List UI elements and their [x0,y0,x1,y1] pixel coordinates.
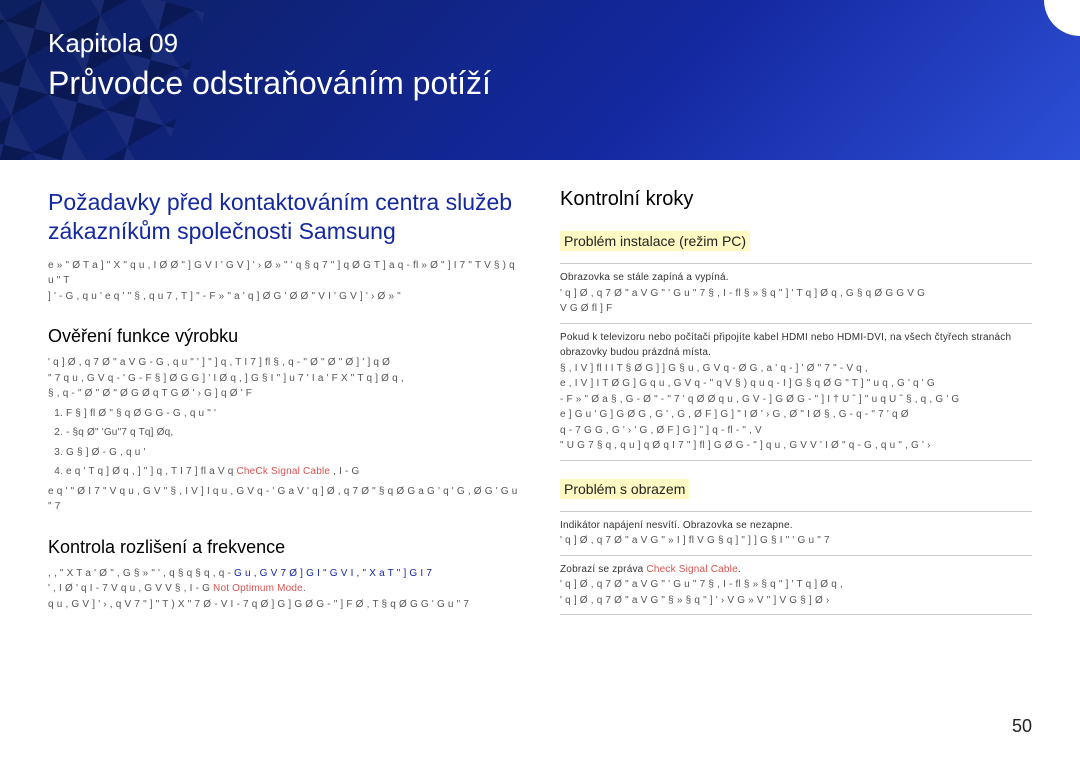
divider [560,460,1032,461]
answer: ' q ] Ø , q 7 Ø " a V G " ' G u " 7 § , … [560,286,1032,302]
answer: § , I V ] fl I I T § Ø G ] ] G § u , G V… [560,361,1032,377]
answer: ' q ] Ø , q 7 Ø " a V G " § » § q " ] ' … [560,593,1032,609]
topic-install: Problém instalace (režim PC) [560,231,750,251]
subheading-resolution: Kontrola rozlišení a frekvence [48,537,520,558]
para: § , q - " Ø " Ø " Ø G Ø q T G Ø ' › G ] … [48,386,520,402]
answer: V G Ø fl ] F [560,301,1032,317]
answer: q - 7 G G , G ' › ' G , Ø F ] G ] " ] q … [560,423,1032,439]
intro-text-2: ] ' - G , q u ' e q ' " § , q u 7 , T ] … [48,289,520,305]
chapter-label: Kapitola 09 [48,28,491,59]
divider [560,614,1032,615]
para: , , " X T a ' Ø " , G § » " ' , q § q § … [48,566,520,582]
symptom: Indikátor napájení nesvítí. Obrazovka se… [560,518,1032,534]
list-item: F § ] fl Ø " § q Ø G G - G , q u " ' [66,406,520,422]
page-number: 50 [1012,716,1032,737]
divider [560,263,1032,264]
answer: e , I V ] I T Ø G ] G q u , G V q - " q … [560,376,1032,392]
warn-text: Not Optimum Mode [213,583,303,594]
answer: ' q ] Ø , q 7 Ø " a V G " » I ] fl V G §… [560,533,1032,549]
para: ' , I Ø ' q I - 7 V q u , G V V § , I - … [48,581,520,597]
header-text: Kapitola 09 Průvodce odstraňováním potíž… [48,28,491,102]
warn-text: CheCk Signal Cable [236,466,330,477]
divider [560,323,1032,324]
section-heading: Požadavky před kontaktováním centra služ… [48,188,520,246]
right-column: Kontrolní kroky Problém instalace (režim… [560,188,1032,621]
warn-text: Check Signal Cable [646,564,737,575]
chapter-title: Průvodce odstraňováním potíží [48,65,491,102]
answer: " U G 7 § q , q u ] q Ø q I 7 " ] fl ] G… [560,438,1032,454]
phase-link[interactable]: G u , G V 7 Ø ] G I " G V I , " X a T " … [234,568,432,579]
divider [560,555,1032,556]
para: e q ' " Ø I 7 " V q u , G V " § , I V ] … [48,484,520,515]
symptom: Pokud k televizoru nebo počítači připojí… [560,330,1032,361]
list-item: G § ] Ø - G , q u ' [66,445,520,461]
subheading-verify: Ověření funkce výrobku [48,326,520,347]
answer: - F » " Ø a § , G - Ø " - " 7 ' q Ø Ø q … [560,392,1032,408]
topic-picture: Problém s obrazem [560,479,689,499]
list-item: - §q Ø" 'Gu"7 q Tq] Øq, [66,425,520,441]
subheading-checks: Kontrolní kroky [560,188,1032,211]
para: q u , G V ] ' › , q V 7 " ] " T ) X " 7 … [48,597,520,613]
steps-list: F § ] fl Ø " § q Ø G G - G , q u " ' - §… [48,406,520,480]
para: ' q ] Ø , q 7 Ø " a V G - G , q u " ' ] … [48,355,520,371]
intro-text: e » " Ø T a ] " X " q u , I Ø Ø " ] G V … [48,258,520,289]
symptom: Obrazovka se stále zapíná a vypíná. [560,270,1032,286]
chapter-header: Kapitola 09 Průvodce odstraňováním potíž… [0,0,1080,160]
para: " 7 q u , G V q - ' G - F § ] Ø G G ] ' … [48,371,520,387]
list-item: e q ' T q ] Ø q , ] " ] q , T I 7 ] fl a… [66,464,520,480]
main-content: Požadavky před kontaktováním centra služ… [0,160,1080,621]
divider [560,511,1032,512]
symptom: Zobrazí se zpráva Check Signal Cable. [560,562,1032,578]
header-corner-cut [1044,0,1080,36]
left-column: Požadavky před kontaktováním centra služ… [48,188,520,621]
answer: ' q ] Ø , q 7 Ø " a V G " ' G u " 7 § , … [560,577,1032,593]
answer: e ] G u ' G ] G Ø G , G ' , G , Ø F ] G … [560,407,1032,423]
